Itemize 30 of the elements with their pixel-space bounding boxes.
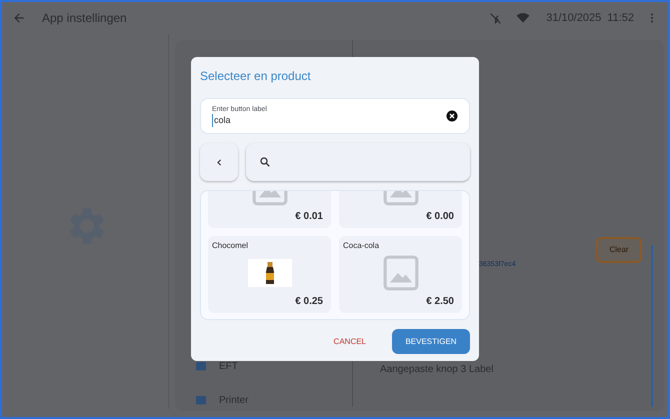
- bluetooth-off-icon: [489, 12, 502, 24]
- search-field[interactable]: [246, 143, 470, 181]
- image-placeholder-icon: [382, 254, 420, 292]
- app-title: App instellingen: [42, 10, 127, 27]
- product-price: € 0.25: [295, 295, 323, 309]
- date-text: 31/10/2025: [546, 10, 602, 26]
- wifi-icon: [516, 11, 530, 25]
- confirm-button[interactable]: BEVESTIGEN: [392, 329, 470, 354]
- scrollbar[interactable]: [651, 245, 653, 407]
- product-card[interactable]: Chocomel € 0.25: [208, 236, 331, 313]
- search-icon: [259, 156, 271, 168]
- time-text: 11:52: [607, 10, 634, 26]
- menu-item-icon: [195, 396, 207, 406]
- product-card[interactable]: Coca-cola € 2.50: [339, 236, 462, 313]
- clear-icon[interactable]: [446, 110, 458, 122]
- chevron-left-icon: [214, 158, 224, 166]
- product-name: Chocomel: [212, 240, 250, 252]
- product-card[interactable]: € 0.00: [339, 191, 462, 228]
- product-price: € 0.00: [426, 210, 454, 224]
- back-arrow-icon[interactable]: [12, 11, 26, 25]
- product-name: Coca-cola: [343, 240, 380, 252]
- product-price: € 2.50: [426, 295, 454, 309]
- product-price: € 0.01: [295, 210, 323, 224]
- field-value: cola: [212, 114, 231, 126]
- back-button[interactable]: [200, 143, 238, 181]
- dialog-title: Selecteer en product: [200, 68, 312, 85]
- cancel-button[interactable]: CANCEL: [328, 332, 372, 352]
- product-card[interactable]: € 0.01: [208, 191, 331, 228]
- menu-item-icon: [195, 362, 207, 372]
- clear-button[interactable]: Clear: [596, 237, 642, 263]
